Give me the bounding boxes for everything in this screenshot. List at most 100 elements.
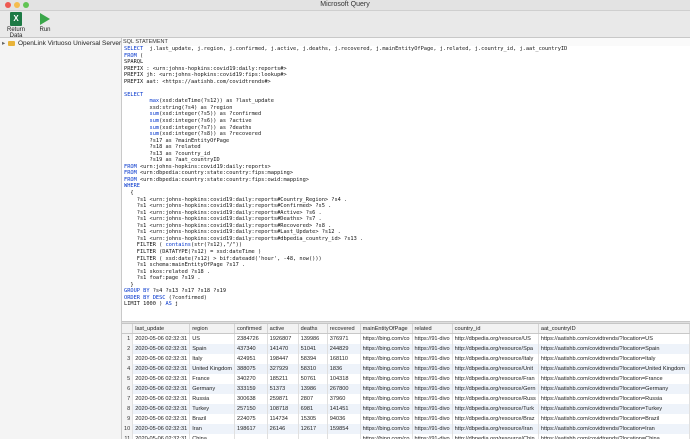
table-row[interactable]: 10 2020-05-06 02:32:31 Iran 198617 26146 1261… bbox=[122, 424, 690, 434]
table-cell[interactable]: https://bing.com/co bbox=[360, 404, 413, 414]
table-row[interactable]: 3 2020-05-06 02:32:31 Italy 424951 198447 583… bbox=[122, 354, 690, 364]
table-cell[interactable]: 94036 bbox=[327, 414, 361, 424]
table-cell[interactable]: 300638 bbox=[234, 394, 268, 404]
table-cell[interactable]: https://aatishb.com/covidtrends/?locatio… bbox=[538, 364, 690, 374]
table-cell[interactable]: 1836 bbox=[327, 364, 361, 374]
table-cell[interactable]: 58394 bbox=[298, 354, 328, 364]
sql-editor[interactable]: SELECT j.last_update, j.region, j.confir… bbox=[124, 46, 688, 308]
table-cell[interactable]: https://aatishb.com/covidtrends/?locatio… bbox=[538, 354, 690, 364]
table-cell[interactable]: http://dbpedia.org/resource/Unit bbox=[452, 364, 539, 374]
table-cell[interactable]: https://aatishb.com/covidtrends/?locatio… bbox=[538, 333, 690, 344]
table-row[interactable]: 11 2020-05-06 02:32:31 China https://bing.c… bbox=[122, 434, 690, 439]
table-cell[interactable]: Turkey bbox=[189, 404, 235, 414]
table-cell[interactable]: 376971 bbox=[327, 333, 361, 344]
table-cell[interactable]: 108718 bbox=[267, 404, 299, 414]
table-cell[interactable]: https://aatishb.com/covidtrends/?locatio… bbox=[538, 344, 690, 354]
table-row[interactable]: 9 2020-05-06 02:32:31 Brazil 224075 114734 15… bbox=[122, 414, 690, 424]
table-row[interactable]: 5 2020-05-06 02:32:31 France 340270 185211 50… bbox=[122, 374, 690, 384]
table-cell[interactable]: https://bing.com/co bbox=[360, 414, 413, 424]
table-cell[interactable]: 2020-05-06 02:32:31 bbox=[132, 344, 191, 354]
table-cell[interactable]: 2020-05-06 02:32:31 bbox=[132, 374, 191, 384]
table-cell[interactable]: 244829 bbox=[327, 344, 361, 354]
table-cell[interactable]: 388075 bbox=[234, 364, 268, 374]
table-row[interactable]: 1 2020-05-06 02:32:31 US 2384726 1926807 1399… bbox=[122, 333, 690, 344]
table-cell[interactable]: 2384726 bbox=[234, 333, 268, 344]
table-cell[interactable]: http://dbpedia.org/resource/Chin bbox=[452, 434, 539, 439]
table-cell[interactable]: 198617 bbox=[234, 424, 268, 434]
table-cell[interactable]: http://dbpedia.org/resource/Fran bbox=[452, 374, 539, 384]
table-cell[interactable] bbox=[267, 434, 299, 439]
table-cell[interactable]: 141470 bbox=[267, 344, 299, 354]
table-cell[interactable]: 12617 bbox=[298, 424, 328, 434]
column-header[interactable]: confirmed bbox=[234, 324, 268, 334]
table-cell[interactable]: https://aatishb.com/covidtrends/?locatio… bbox=[538, 394, 690, 404]
table-cell[interactable]: https://91-divo bbox=[412, 394, 453, 404]
column-header[interactable]: last_update bbox=[132, 324, 191, 334]
table-cell[interactable]: 37960 bbox=[327, 394, 361, 404]
table-cell[interactable]: 50761 bbox=[298, 374, 328, 384]
table-cell[interactable]: 51373 bbox=[267, 384, 299, 394]
table-cell[interactable]: 159854 bbox=[327, 424, 361, 434]
table-cell[interactable] bbox=[298, 434, 328, 439]
table-cell[interactable]: 2020-05-06 02:32:31 bbox=[132, 414, 191, 424]
table-cell[interactable]: Russia bbox=[189, 394, 235, 404]
table-cell[interactable]: Germany bbox=[189, 384, 235, 394]
table-cell[interactable]: https://91-divo bbox=[412, 364, 453, 374]
table-cell[interactable]: http://dbpedia.org/resource/Gern bbox=[452, 384, 539, 394]
table-cell[interactable]: https://91-divo bbox=[412, 414, 453, 424]
column-header[interactable]: deaths bbox=[298, 324, 328, 334]
table-cell[interactable]: https://91-divo bbox=[412, 354, 453, 364]
table-cell[interactable]: 2020-05-06 02:32:31 bbox=[132, 404, 191, 414]
table-cell[interactable]: 58310 bbox=[298, 364, 328, 374]
table-cell[interactable]: https://91-divo bbox=[412, 384, 453, 394]
table-cell[interactable]: http://dbpedia.org/resource/Spa bbox=[452, 344, 539, 354]
table-cell[interactable]: https://bing.com/co bbox=[360, 434, 413, 439]
table-cell[interactable]: http://dbpedia.org/resource/Italy bbox=[452, 354, 539, 364]
column-header[interactable]: aat_countryID bbox=[538, 324, 690, 334]
table-row[interactable]: 4 2020-05-06 02:32:31 United Kingdom 388075… bbox=[122, 364, 690, 374]
table-cell[interactable]: 104318 bbox=[327, 374, 361, 384]
table-cell[interactable]: 198447 bbox=[267, 354, 299, 364]
table-cell[interactable]: 141451 bbox=[327, 404, 361, 414]
table-cell[interactable]: France bbox=[189, 374, 235, 384]
table-cell[interactable]: 51041 bbox=[298, 344, 328, 354]
table-cell[interactable]: https://bing.com/co bbox=[360, 384, 413, 394]
table-cell[interactable] bbox=[327, 434, 361, 439]
table-cell[interactable]: https://91-divo bbox=[412, 374, 453, 384]
table-cell[interactable]: Brazil bbox=[189, 414, 235, 424]
table-cell[interactable]: 6981 bbox=[298, 404, 328, 414]
table-cell[interactable]: 259871 bbox=[267, 394, 299, 404]
table-cell[interactable]: 424951 bbox=[234, 354, 268, 364]
table-row[interactable]: 2 2020-05-06 02:32:31 Spain 437340 141470 510… bbox=[122, 344, 690, 354]
table-cell[interactable]: https://bing.com/co bbox=[360, 394, 413, 404]
table-cell[interactable]: https://aatishb.com/covidtrends/?locatio… bbox=[538, 374, 690, 384]
table-cell[interactable]: 2020-05-06 02:32:31 bbox=[132, 434, 191, 439]
table-cell[interactable]: http://dbpedia.org/resource/Russ bbox=[452, 394, 539, 404]
column-header[interactable]: related bbox=[412, 324, 453, 334]
table-cell[interactable]: 2020-05-06 02:32:31 bbox=[132, 384, 191, 394]
table-cell[interactable]: Italy bbox=[189, 354, 235, 364]
table-cell[interactable]: https://aatishb.com/covidtrends/?locatio… bbox=[538, 384, 690, 394]
table-cell[interactable]: https://bing.com/co bbox=[360, 374, 413, 384]
table-cell[interactable]: 2020-05-06 02:32:31 bbox=[132, 394, 191, 404]
table-cell[interactable] bbox=[234, 434, 268, 439]
table-cell[interactable]: https://bing.com/co bbox=[360, 354, 413, 364]
table-cell[interactable]: http://dbpedia.org/resource/Turk bbox=[452, 404, 539, 414]
table-cell[interactable]: https://bing.com/co bbox=[360, 364, 413, 374]
table-cell[interactable]: US bbox=[189, 333, 235, 344]
table-cell[interactable]: http://dbpedia.org/resource/Iran bbox=[452, 424, 539, 434]
column-header[interactable]: mainEntityOfPage bbox=[360, 324, 413, 334]
table-row[interactable]: 8 2020-05-06 02:32:31 Turkey 257150 108718 69… bbox=[122, 404, 690, 414]
table-cell[interactable]: 2020-05-06 02:32:31 bbox=[132, 354, 191, 364]
table-cell[interactable]: Spain bbox=[189, 344, 235, 354]
column-header[interactable]: recovered bbox=[327, 324, 361, 334]
table-cell[interactable]: 2020-05-06 02:32:31 bbox=[132, 364, 191, 374]
table-cell[interactable]: https://bing.com/co bbox=[360, 424, 413, 434]
table-cell[interactable]: 139986 bbox=[298, 333, 328, 344]
table-cell[interactable]: 437340 bbox=[234, 344, 268, 354]
run-button[interactable]: Run bbox=[32, 12, 58, 33]
table-row[interactable]: 6 2020-05-06 02:32:31 Germany 333159 51373 13… bbox=[122, 384, 690, 394]
table-cell[interactable]: 333159 bbox=[234, 384, 268, 394]
table-cell[interactable]: 2807 bbox=[298, 394, 328, 404]
table-cell[interactable]: https://bing.com/co bbox=[360, 333, 413, 344]
